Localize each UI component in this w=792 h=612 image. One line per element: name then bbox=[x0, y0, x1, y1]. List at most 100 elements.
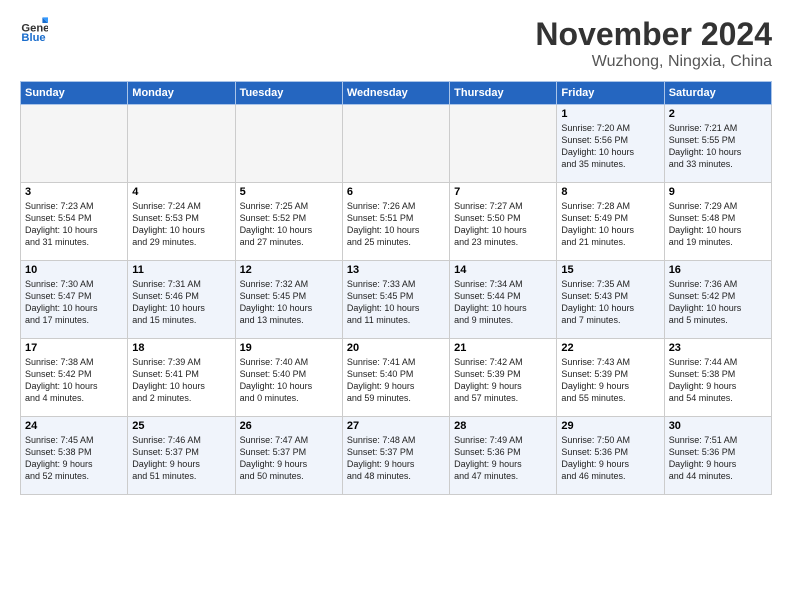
day-info: Sunrise: 7:49 AM Sunset: 5:36 PM Dayligh… bbox=[454, 434, 552, 483]
day-number: 26 bbox=[240, 420, 338, 432]
day-info: Sunrise: 7:24 AM Sunset: 5:53 PM Dayligh… bbox=[132, 200, 230, 249]
day-number: 20 bbox=[347, 342, 445, 354]
logo: General Blue bbox=[20, 16, 48, 44]
col-header-friday: Friday bbox=[557, 82, 664, 105]
calendar-cell: 8 Sunrise: 7:28 AM Sunset: 5:49 PM Daylig… bbox=[557, 183, 664, 261]
day-info: Sunrise: 7:31 AM Sunset: 5:46 PM Dayligh… bbox=[132, 278, 230, 327]
day-number: 10 bbox=[25, 264, 123, 276]
day-number: 17 bbox=[25, 342, 123, 354]
header: General Blue November 2024 Wuzhong, Ning… bbox=[20, 16, 772, 71]
day-info: Sunrise: 7:46 AM Sunset: 5:37 PM Dayligh… bbox=[132, 434, 230, 483]
calendar-cell: 27Sunrise: 7:48 AM Sunset: 5:37 PM Dayli… bbox=[342, 417, 449, 495]
calendar-cell bbox=[450, 105, 557, 183]
day-number: 14 bbox=[454, 264, 552, 276]
calendar-cell: 7 Sunrise: 7:27 AM Sunset: 5:50 PM Daylig… bbox=[450, 183, 557, 261]
day-number: 23 bbox=[669, 342, 767, 354]
col-header-saturday: Saturday bbox=[664, 82, 771, 105]
calendar-cell: 20 Sunrise: 7:41 AM Sunset: 5:40 PM Dayli… bbox=[342, 339, 449, 417]
day-number: 25 bbox=[132, 420, 230, 432]
calendar-cell: 12 Sunrise: 7:32 AM Sunset: 5:45 PM Dayli… bbox=[235, 261, 342, 339]
page-container: General Blue November 2024 Wuzhong, Ning… bbox=[0, 0, 792, 505]
calendar-header-row: SundayMondayTuesdayWednesdayThursdayFrid… bbox=[21, 82, 772, 105]
day-info: Sunrise: 7:41 AM Sunset: 5:40 PM Dayligh… bbox=[347, 356, 445, 405]
day-info: Sunrise: 7:42 AM Sunset: 5:39 PM Dayligh… bbox=[454, 356, 552, 405]
day-info: Sunrise: 7:45 AM Sunset: 5:38 PM Dayligh… bbox=[25, 434, 123, 483]
calendar-cell: 5 Sunrise: 7:25 AM Sunset: 5:52 PM Daylig… bbox=[235, 183, 342, 261]
calendar-cell: 3Sunrise: 7:23 AM Sunset: 5:54 PM Daylig… bbox=[21, 183, 128, 261]
calendar-week-row: 17 Sunrise: 7:38 AM Sunset: 5:42 PM Dayli… bbox=[21, 339, 772, 417]
location-title: Wuzhong, Ningxia, China bbox=[535, 53, 772, 71]
calendar-cell: 6Sunrise: 7:26 AM Sunset: 5:51 PM Daylig… bbox=[342, 183, 449, 261]
calendar-cell: 25 Sunrise: 7:46 AM Sunset: 5:37 PM Dayli… bbox=[128, 417, 235, 495]
day-info: Sunrise: 7:40 AM Sunset: 5:40 PM Dayligh… bbox=[240, 356, 338, 405]
calendar-cell: 29 Sunrise: 7:50 AM Sunset: 5:36 PM Dayli… bbox=[557, 417, 664, 495]
day-number: 30 bbox=[669, 420, 767, 432]
calendar-cell: 17 Sunrise: 7:38 AM Sunset: 5:42 PM Dayli… bbox=[21, 339, 128, 417]
calendar-cell: 26Sunrise: 7:47 AM Sunset: 5:37 PM Dayli… bbox=[235, 417, 342, 495]
calendar-cell: 4 Sunrise: 7:24 AM Sunset: 5:53 PM Daylig… bbox=[128, 183, 235, 261]
day-number: 15 bbox=[561, 264, 659, 276]
day-number: 11 bbox=[132, 264, 230, 276]
calendar-cell: 10Sunrise: 7:30 AM Sunset: 5:47 PM Dayli… bbox=[21, 261, 128, 339]
day-info: Sunrise: 7:34 AM Sunset: 5:44 PM Dayligh… bbox=[454, 278, 552, 327]
day-number: 21 bbox=[454, 342, 552, 354]
calendar-cell: 30 Sunrise: 7:51 AM Sunset: 5:36 PM Dayli… bbox=[664, 417, 771, 495]
calendar-table: SundayMondayTuesdayWednesdayThursdayFrid… bbox=[20, 81, 772, 495]
day-info: Sunrise: 7:36 AM Sunset: 5:42 PM Dayligh… bbox=[669, 278, 767, 327]
day-info: Sunrise: 7:28 AM Sunset: 5:49 PM Dayligh… bbox=[561, 200, 659, 249]
calendar-cell: 14 Sunrise: 7:34 AM Sunset: 5:44 PM Dayli… bbox=[450, 261, 557, 339]
calendar-cell: 21 Sunrise: 7:42 AM Sunset: 5:39 PM Dayli… bbox=[450, 339, 557, 417]
day-info: Sunrise: 7:43 AM Sunset: 5:39 PM Dayligh… bbox=[561, 356, 659, 405]
col-header-thursday: Thursday bbox=[450, 82, 557, 105]
day-info: Sunrise: 7:51 AM Sunset: 5:36 PM Dayligh… bbox=[669, 434, 767, 483]
calendar-cell bbox=[128, 105, 235, 183]
calendar-cell: 19 Sunrise: 7:40 AM Sunset: 5:40 PM Dayli… bbox=[235, 339, 342, 417]
day-info: Sunrise: 7:20 AM Sunset: 5:56 PM Dayligh… bbox=[561, 122, 659, 171]
calendar-cell: 11 Sunrise: 7:31 AM Sunset: 5:46 PM Dayli… bbox=[128, 261, 235, 339]
col-header-monday: Monday bbox=[128, 82, 235, 105]
calendar-week-row: 1Sunrise: 7:20 AM Sunset: 5:56 PM Daylig… bbox=[21, 105, 772, 183]
calendar-cell: 28 Sunrise: 7:49 AM Sunset: 5:36 PM Dayli… bbox=[450, 417, 557, 495]
day-number: 12 bbox=[240, 264, 338, 276]
calendar-cell: 1Sunrise: 7:20 AM Sunset: 5:56 PM Daylig… bbox=[557, 105, 664, 183]
day-info: Sunrise: 7:38 AM Sunset: 5:42 PM Dayligh… bbox=[25, 356, 123, 405]
day-info: Sunrise: 7:39 AM Sunset: 5:41 PM Dayligh… bbox=[132, 356, 230, 405]
calendar-cell: 18 Sunrise: 7:39 AM Sunset: 5:41 PM Dayli… bbox=[128, 339, 235, 417]
day-info: Sunrise: 7:27 AM Sunset: 5:50 PM Dayligh… bbox=[454, 200, 552, 249]
col-header-wednesday: Wednesday bbox=[342, 82, 449, 105]
calendar-cell bbox=[342, 105, 449, 183]
day-info: Sunrise: 7:23 AM Sunset: 5:54 PM Dayligh… bbox=[25, 200, 123, 249]
day-info: Sunrise: 7:29 AM Sunset: 5:48 PM Dayligh… bbox=[669, 200, 767, 249]
title-block: November 2024 Wuzhong, Ningxia, China bbox=[535, 16, 772, 71]
day-number: 16 bbox=[669, 264, 767, 276]
day-number: 8 bbox=[561, 186, 659, 198]
day-info: Sunrise: 7:25 AM Sunset: 5:52 PM Dayligh… bbox=[240, 200, 338, 249]
day-number: 5 bbox=[240, 186, 338, 198]
day-info: Sunrise: 7:35 AM Sunset: 5:43 PM Dayligh… bbox=[561, 278, 659, 327]
day-info: Sunrise: 7:50 AM Sunset: 5:36 PM Dayligh… bbox=[561, 434, 659, 483]
calendar-week-row: 3Sunrise: 7:23 AM Sunset: 5:54 PM Daylig… bbox=[21, 183, 772, 261]
calendar-cell: 9 Sunrise: 7:29 AM Sunset: 5:48 PM Daylig… bbox=[664, 183, 771, 261]
day-info: Sunrise: 7:21 AM Sunset: 5:55 PM Dayligh… bbox=[669, 122, 767, 171]
month-title: November 2024 bbox=[535, 16, 772, 53]
calendar-cell: 2Sunrise: 7:21 AM Sunset: 5:55 PM Daylig… bbox=[664, 105, 771, 183]
day-number: 24 bbox=[25, 420, 123, 432]
day-number: 4 bbox=[132, 186, 230, 198]
col-header-sunday: Sunday bbox=[21, 82, 128, 105]
day-number: 19 bbox=[240, 342, 338, 354]
day-info: Sunrise: 7:48 AM Sunset: 5:37 PM Dayligh… bbox=[347, 434, 445, 483]
calendar-cell: 15 Sunrise: 7:35 AM Sunset: 5:43 PM Dayli… bbox=[557, 261, 664, 339]
day-number: 18 bbox=[132, 342, 230, 354]
day-number: 29 bbox=[561, 420, 659, 432]
day-number: 28 bbox=[454, 420, 552, 432]
col-header-tuesday: Tuesday bbox=[235, 82, 342, 105]
calendar-week-row: 10Sunrise: 7:30 AM Sunset: 5:47 PM Dayli… bbox=[21, 261, 772, 339]
day-info: Sunrise: 7:32 AM Sunset: 5:45 PM Dayligh… bbox=[240, 278, 338, 327]
logo-icon: General Blue bbox=[20, 16, 48, 44]
day-info: Sunrise: 7:33 AM Sunset: 5:45 PM Dayligh… bbox=[347, 278, 445, 327]
day-number: 9 bbox=[669, 186, 767, 198]
svg-text:Blue: Blue bbox=[21, 32, 45, 44]
day-number: 7 bbox=[454, 186, 552, 198]
calendar-cell: 22Sunrise: 7:43 AM Sunset: 5:39 PM Dayli… bbox=[557, 339, 664, 417]
calendar-cell bbox=[21, 105, 128, 183]
